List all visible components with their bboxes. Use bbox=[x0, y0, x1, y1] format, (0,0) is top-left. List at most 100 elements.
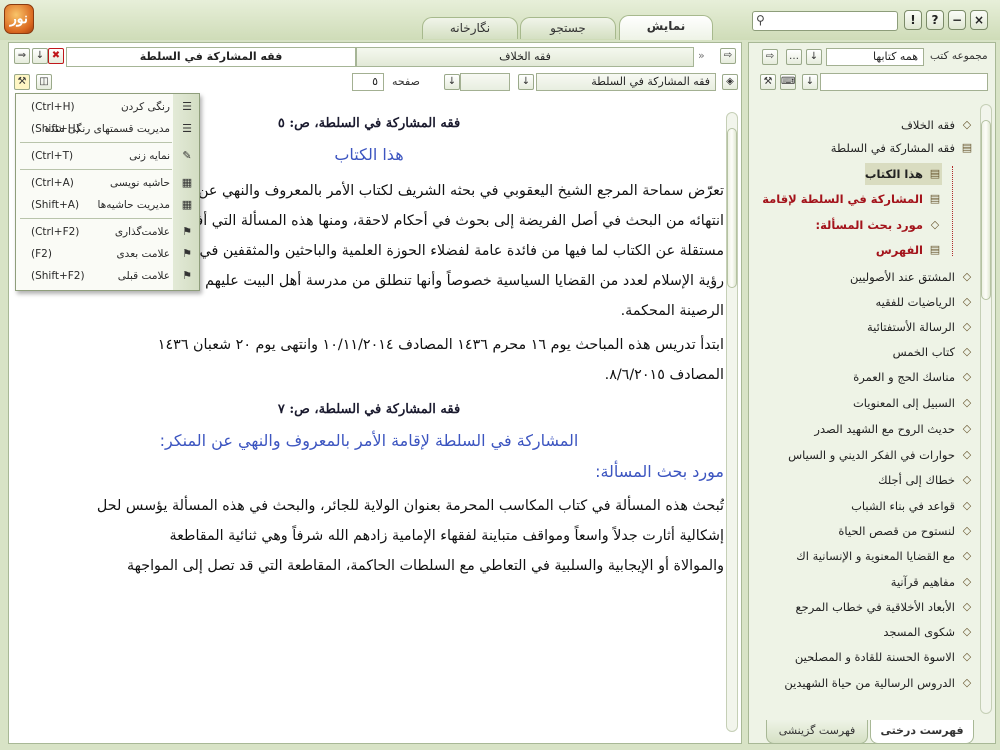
menu-item-bookmark[interactable]: (Ctrl+F2) علامت‌گذاری bbox=[16, 221, 174, 243]
nav-forward-icon[interactable]: ⇨ bbox=[720, 48, 736, 64]
book-dropdown-icon[interactable]: ↓ bbox=[518, 74, 534, 90]
collection-dropdown-icon[interactable]: ↓ bbox=[806, 49, 822, 65]
menu-item-index[interactable]: (Ctrl+T) نمایه زنی bbox=[16, 145, 174, 167]
book-icon: ◇ bbox=[962, 422, 972, 435]
tree-item[interactable]: ◇ السبيل إلى المعنويات bbox=[853, 392, 974, 414]
manage-notes-icon: ▦ bbox=[181, 198, 193, 211]
menu-item-manage-highlights[interactable]: (Shift+H) مدیریت قسمتهای رنگی شده bbox=[16, 118, 174, 140]
tree-item[interactable]: ◇ مناسك الحج و العمرة bbox=[853, 366, 974, 388]
book-icon: ◇ bbox=[962, 473, 972, 486]
tree-item-selected[interactable]: ▤ هذا الكتاب bbox=[864, 163, 942, 185]
next-bookmark-icon: ⚑ bbox=[182, 247, 192, 260]
help-button[interactable]: ? bbox=[926, 10, 944, 30]
tree-item[interactable]: ◇ فقه الخلاف bbox=[901, 114, 974, 136]
tree-item[interactable]: ▤ فقه المشاركة في السلطة bbox=[831, 137, 974, 159]
page-number-input[interactable]: ٥ bbox=[352, 73, 384, 91]
book-selector[interactable]: فقه المشاركة في السلطة bbox=[536, 73, 716, 91]
tree-item[interactable]: ◇ الأبعاد الأخلاقية في خطاب المرجع bbox=[796, 596, 974, 618]
more-options-icon[interactable]: … bbox=[786, 49, 802, 65]
book-icon: ◇ bbox=[962, 600, 972, 613]
tab-search[interactable]: جستجو bbox=[520, 17, 616, 39]
tab-display[interactable]: نمایش bbox=[619, 15, 713, 40]
tree-item[interactable]: ◇ الاسوة الحسنة للقادة و المصلحين bbox=[795, 646, 974, 668]
tree-item[interactable]: ◇ الرسالة الأستفتائية bbox=[867, 316, 974, 338]
subsection-title: مورد بحث المسألة: bbox=[595, 462, 724, 481]
search-icon: ⚲ bbox=[756, 13, 765, 27]
highlight-icon: ☰ bbox=[182, 100, 192, 113]
menu-separator bbox=[20, 142, 172, 143]
tools-icon[interactable]: ⚒ bbox=[760, 74, 776, 90]
book-icon: ◇ bbox=[962, 295, 972, 308]
book-icon: ◇ bbox=[962, 625, 972, 638]
tree-item[interactable]: ◇ المشتق عند الأصوليين bbox=[850, 266, 974, 288]
keyboard-icon[interactable]: ⌨ bbox=[780, 74, 796, 90]
tab-gallery[interactable]: نگارخانه bbox=[422, 17, 518, 39]
book-icon: ◇ bbox=[962, 396, 972, 409]
section-title: المشاركة في السلطة لإقامة الأمر بالمعروف… bbox=[159, 431, 579, 450]
tab-selective-index[interactable]: فهرست گزینشی bbox=[766, 720, 868, 744]
menu-item-add-note[interactable]: (Ctrl+A) حاشیه نویسی bbox=[16, 172, 174, 194]
manage-highlights-icon: ☰ bbox=[182, 122, 192, 135]
nav-forward-icon[interactable]: ⇨ bbox=[762, 49, 778, 65]
text-line: إشكالية أثارت جدلاً واسعاً ومواقف متباين… bbox=[169, 528, 725, 544]
close-tab-icon[interactable]: ✖ bbox=[48, 48, 64, 64]
tree-item[interactable]: ◇ حديث الروح مع الشهيد الصدر bbox=[814, 418, 974, 440]
tools-icon[interactable]: ⚒ bbox=[14, 74, 30, 90]
tree-item[interactable]: ◇ مع القضايا المعنوية و الإنسانية اك bbox=[796, 545, 974, 567]
book-filter-input[interactable] bbox=[820, 73, 988, 91]
nav-down-icon[interactable]: ↓ bbox=[32, 48, 48, 64]
tree-item[interactable]: ◇ مفاهيم قرآنية bbox=[891, 571, 974, 593]
tree-connector bbox=[952, 166, 953, 256]
app-logo: نور bbox=[4, 4, 34, 34]
text-line: المصادف ٨/٦/٢٠١٥. bbox=[604, 367, 724, 383]
tree-item[interactable]: ◇ قواعد في بناء الشباب bbox=[851, 495, 974, 517]
tab-tree-index[interactable]: فهرست درختی bbox=[870, 720, 974, 744]
doc-tab-inactive[interactable]: فقه الخلاف bbox=[356, 47, 694, 67]
index-icon: ✎ bbox=[182, 149, 192, 162]
menu-item-next-bookmark[interactable]: (F2) علامت بعدی bbox=[16, 243, 174, 265]
tools-menu: (Ctrl+H) رنگی کردن ☰ (Shift+H) مدیریت قسمت… bbox=[15, 93, 200, 291]
book-icon: ◇ bbox=[962, 448, 972, 461]
tree-item[interactable]: ▤ المشاركة في السلطة لإقامة الأ bbox=[760, 188, 942, 210]
menu-separator bbox=[20, 169, 172, 170]
open-book-icon: ▤ bbox=[961, 141, 973, 154]
book-icon: ◇ bbox=[962, 676, 972, 689]
tag-icon[interactable]: ◈ bbox=[722, 74, 738, 90]
text-line: تُبحث هذه المسألة في كتاب المكاسب المحرم… bbox=[96, 498, 724, 514]
alert-button[interactable]: ! bbox=[904, 10, 922, 30]
tree-item[interactable]: ▤ الفهرس bbox=[876, 239, 942, 261]
menu-item-highlight[interactable]: (Ctrl+H) رنگی کردن bbox=[16, 96, 174, 118]
book-tree: ◇ فقه الخلاف ▤ فقه المشاركة في السلطة ▤ هذا… bbox=[760, 110, 974, 700]
paragraph: تُبحث هذه المسألة في كتاب المكاسب المحرم… bbox=[14, 491, 724, 581]
page-icon: ▤ bbox=[929, 243, 941, 256]
nav-back-icon[interactable]: ⇒ bbox=[14, 48, 30, 64]
page-label: صفحه bbox=[392, 75, 420, 88]
document-scroll-thumb[interactable] bbox=[727, 128, 737, 288]
filter-dropdown-icon[interactable]: ↓ bbox=[802, 74, 818, 90]
book-icon: ◇ bbox=[962, 499, 972, 512]
collection-selector[interactable]: همه کتابها bbox=[826, 48, 924, 66]
page-down-icon[interactable]: ↓ bbox=[444, 74, 460, 90]
doc-tab-active[interactable]: فقه المشاركة في السلطة bbox=[66, 47, 356, 67]
menu-item-manage-notes[interactable]: (Shift+A) مدیریت حاشیه‌ها bbox=[16, 194, 174, 216]
close-button[interactable]: × bbox=[970, 10, 988, 30]
tree-item[interactable]: ◇ كتاب الخمس bbox=[893, 341, 974, 363]
book-icon: ◇ bbox=[962, 575, 972, 588]
text-line: ابتدأ تدريس هذه المباحث يوم ١٦ محرم ١٤٣٦… bbox=[157, 337, 724, 353]
tabs-overflow-icon[interactable]: » bbox=[698, 49, 705, 62]
tree-scroll-thumb[interactable] bbox=[981, 120, 991, 300]
book-icon: ◇ bbox=[962, 370, 972, 383]
tree-item[interactable]: ◇ الدروس الرسالية من حياة الشهيدين bbox=[784, 672, 974, 694]
split-view-icon[interactable]: ◫ bbox=[36, 74, 52, 90]
tree-item[interactable]: ◇ الرياضيات للفقيه bbox=[875, 291, 974, 313]
minimize-button[interactable]: − bbox=[948, 10, 966, 30]
menu-item-prev-bookmark[interactable]: (Shift+F2) علامت قبلی bbox=[16, 265, 174, 287]
global-search-input[interactable] bbox=[752, 11, 898, 31]
tree-item[interactable]: ◇ شكوى المسجد bbox=[883, 621, 974, 643]
tree-item[interactable]: ◇ خطاك إلى أجلك bbox=[878, 469, 974, 491]
tree-item[interactable]: ◇ حوارات في الفكر الديني و السياس bbox=[788, 444, 974, 466]
tree-item[interactable]: ◇ لنستوح من قصص الحياة bbox=[838, 520, 974, 542]
page-icon: ▤ bbox=[929, 167, 941, 180]
tree-item[interactable]: ◇ مورد بحث المسألة: bbox=[815, 214, 942, 236]
book-icon: ◇ bbox=[930, 218, 940, 231]
